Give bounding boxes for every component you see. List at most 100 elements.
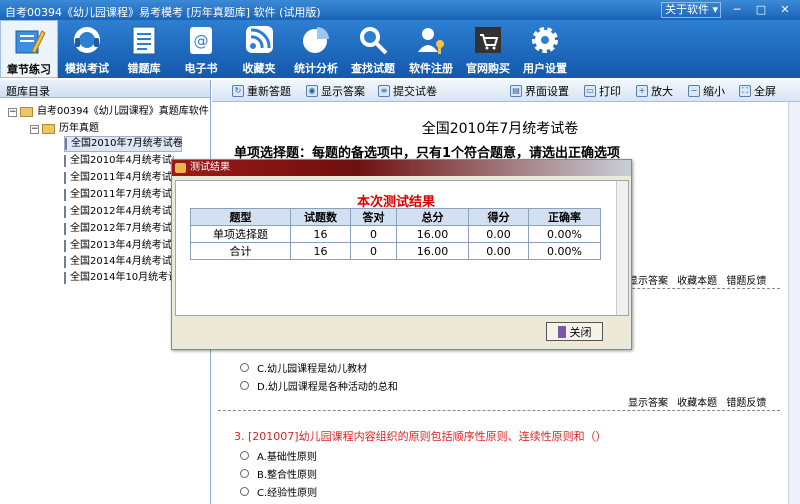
tree-item[interactable]: 全国2011年4月统考试卷 <box>64 170 174 186</box>
tree-item[interactable]: 全国2012年7月统考试卷 <box>64 221 174 237</box>
tree-root-label: 自考00394《幼儿园课程》真题库软件 <box>37 106 209 117</box>
tree-folder-label: 历年真题 <box>59 123 99 134</box>
folder-icon <box>42 124 55 134</box>
dialog-title-bar: 测试结果 <box>172 160 631 176</box>
radio-icon[interactable] <box>240 469 249 478</box>
dialog-scrollbar[interactable] <box>616 181 628 315</box>
zoom-in-button[interactable]: + 放大 <box>636 83 673 99</box>
submit-exam-button[interactable]: ≡ 提交试卷 <box>378 83 437 99</box>
table-cell: 0.00% <box>528 225 601 243</box>
option-label: D.幼儿园课程是各种活动的总和 <box>257 382 398 393</box>
tree-item[interactable]: 全国2014年4月统考试卷 <box>64 254 174 270</box>
toolbar-label: 章节练习 <box>7 63 51 76</box>
toolbar-user-settings[interactable]: 用户设置 <box>516 20 574 78</box>
option-b[interactable]: B.整合性原则 <box>240 466 317 481</box>
toolbar-wrong-questions[interactable]: 错题库 <box>116 20 172 78</box>
cart-icon <box>475 27 501 53</box>
table-cell: 16.00 <box>396 242 469 260</box>
print-button[interactable]: ▭ 打印 <box>584 83 621 99</box>
table-row: 单项选择题 16 0 16.00 0.00 0.00% <box>190 225 601 243</box>
table-cell: 0 <box>350 242 397 260</box>
column-header: 正确率 <box>528 208 601 226</box>
toolbar-statistics[interactable]: 统计分析 <box>288 20 344 78</box>
option-a[interactable]: A.基础性原则 <box>240 448 317 463</box>
exam-title: 全国2010年7月统考试卷 <box>421 121 579 137</box>
document-icon <box>64 240 66 252</box>
question-actions[interactable]: 显示答案 收藏本题 错题反馈 <box>628 394 766 409</box>
toolbar-label: 收藏夹 <box>242 62 276 75</box>
minimize-button[interactable]: ─ <box>726 2 748 18</box>
tree-folder[interactable]: − 历年真题 <box>30 121 99 137</box>
table-cell: 0.00 <box>468 225 529 243</box>
toolbar-mock-exam[interactable]: 模拟考试 <box>58 20 116 78</box>
radio-icon[interactable] <box>240 381 249 390</box>
toolbar-ebook[interactable]: @ 电子书 <box>172 20 230 78</box>
content-scrollbar[interactable] <box>788 102 800 504</box>
pie-chart-icon <box>303 27 329 53</box>
option-label: C.幼儿园课程是幼儿教材 <box>257 364 368 375</box>
main-toolbar: 章节练习 模拟考试 错题库 @ 电子书 收藏夹 统计分析 查找试题 软件注册 官… <box>0 20 800 78</box>
toolbar-favorites[interactable]: 收藏夹 <box>230 20 288 78</box>
dialog-title: 测试结果 <box>190 162 230 173</box>
option-label: C.经验性原则 <box>257 488 318 499</box>
restore-button[interactable]: □ <box>750 2 772 18</box>
about-software-button[interactable]: 关于软件 ▾ <box>661 2 721 18</box>
toolbar-label: 统计分析 <box>294 62 338 75</box>
gear-icon <box>532 27 558 53</box>
column-header: 得分 <box>468 208 529 226</box>
toolbar-search-questions[interactable]: 查找试题 <box>344 20 402 78</box>
tree-item-label: 全国2010年7月统考试卷 <box>71 138 183 149</box>
show-answer-button[interactable]: ◉ 显示答案 <box>306 83 365 99</box>
question-actions[interactable]: 显示答案 收藏本题 错题反馈 <box>628 272 766 287</box>
tree-root[interactable]: − 自考00394《幼儿园课程》真题库软件 <box>8 104 209 120</box>
table-cell: 0.00% <box>528 242 601 260</box>
tree-item-selected[interactable]: 全国2010年7月统考试卷 <box>64 136 183 152</box>
option-d[interactable]: D.幼儿园课程是各种活动的总和 <box>240 378 398 393</box>
radio-icon[interactable] <box>240 451 249 460</box>
collapse-icon[interactable]: − <box>8 107 17 117</box>
window-title: 自考00394《幼儿园课程》易考模考 [历年真题库] 软件 (试用版) <box>5 6 321 19</box>
tree-item[interactable]: 全国2013年4月统考试卷 <box>64 238 174 254</box>
close-button[interactable]: ✕ <box>774 2 796 18</box>
tree-item[interactable]: 全国2012年4月统考试卷 <box>64 204 174 220</box>
document-icon <box>64 189 66 201</box>
toolbar-label: 电子书 <box>184 62 218 75</box>
fullscreen-button[interactable]: ⛶ 全屏 <box>739 83 776 99</box>
document-icon <box>64 172 66 184</box>
table-cell: 16 <box>290 225 351 243</box>
table-cell: 合计 <box>190 242 291 260</box>
document-icon <box>64 155 66 167</box>
column-header: 总分 <box>396 208 469 226</box>
button-label: 显示答案 <box>321 85 365 98</box>
tree-item[interactable]: 全国2011年7月统考试卷 <box>64 187 174 203</box>
close-dialog-button[interactable]: 关闭 <box>546 322 603 341</box>
toolbar-register[interactable]: 软件注册 <box>402 20 460 78</box>
button-label: 关闭 <box>569 325 592 339</box>
tree-item-label: 全国2012年7月统考试卷 <box>70 223 174 234</box>
toolbar-chapter-practice[interactable]: 章节练习 <box>0 20 58 78</box>
sidebar-header: 题库目录 <box>0 80 210 98</box>
tree-item-label: 全国2014年10月统考试卷 <box>70 272 174 283</box>
radio-icon[interactable] <box>240 487 249 496</box>
tree-item-label: 全国2011年4月统考试卷 <box>70 172 174 183</box>
button-label: 重新答题 <box>247 85 291 98</box>
toolbar-purchase[interactable]: 官网购买 <box>460 20 516 78</box>
collapse-icon[interactable]: − <box>30 124 39 134</box>
headset-icon <box>74 27 100 53</box>
ui-settings-button[interactable]: ▤ 界面设置 <box>510 83 569 99</box>
option-c[interactable]: C.幼儿园课程是幼儿教材 <box>240 360 367 375</box>
tree-item[interactable]: 全国2010年4月统考试卷 <box>64 153 174 169</box>
option-c[interactable]: C.经验性原则 <box>240 484 317 499</box>
tree-item-label: 全国2014年4月统考试卷 <box>70 256 174 267</box>
fullscreen-icon: ⛶ <box>739 85 751 97</box>
zoom-out-button[interactable]: − 缩小 <box>688 83 725 99</box>
paper-icon: ≡ <box>378 85 390 97</box>
radio-icon[interactable] <box>240 363 249 372</box>
redo-answer-button[interactable]: ↻ 重新答题 <box>232 83 291 99</box>
action-toolbar: ↻ 重新答题 ◉ 显示答案 ≡ 提交试卷 ▤ 界面设置 ▭ 打印 + 放大 − 缩小 ⛶ 全屏 <box>212 80 800 102</box>
button-label: 全屏 <box>754 85 776 98</box>
refresh-icon: ↻ <box>232 85 244 97</box>
tree-item[interactable]: 全国2014年10月统考试卷 <box>64 270 174 286</box>
button-label: 缩小 <box>703 85 725 98</box>
eye-icon: ◉ <box>306 85 318 97</box>
